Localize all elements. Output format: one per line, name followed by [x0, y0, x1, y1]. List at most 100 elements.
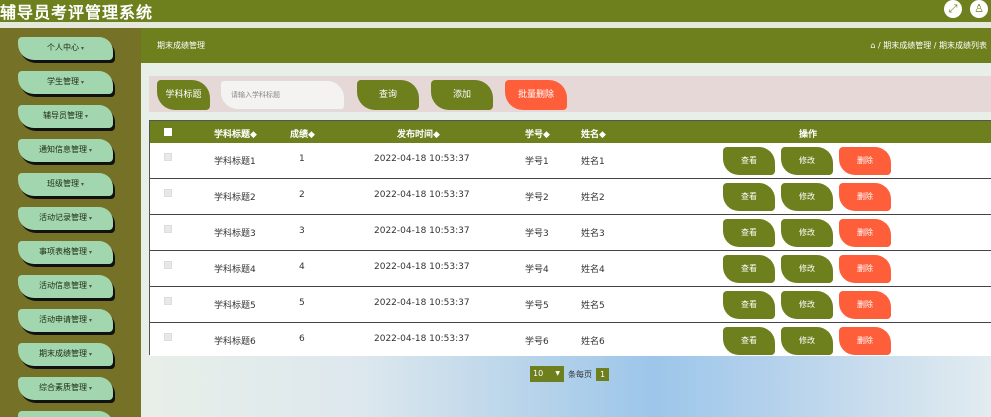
- sidebar-item-final-score-mgmt[interactable]: 期末成绩管理 ▾: [18, 343, 113, 366]
- col-header-name[interactable]: 姓名◆: [581, 127, 606, 140]
- sidebar-item-more[interactable]: [18, 411, 113, 417]
- app-root: 辅导员考评管理系统 ⤢ ♙ 个人中心 ▾ 学生管理 ▾ 辅导员管理 ▾ 通知信息管理 ▾…: [0, 0, 991, 417]
- cell-time: 2022-04-18 10:53:37: [374, 298, 470, 308]
- cell-subject: 学科标题1: [214, 157, 256, 167]
- delete-button[interactable]: 删除: [839, 327, 891, 355]
- col-header-time[interactable]: 发布时间◆: [397, 127, 440, 140]
- col-header-score[interactable]: 成绩◆: [290, 127, 315, 140]
- cell-name: 姓名6: [581, 337, 605, 347]
- sidebar-item-label: 活动信息管理: [38, 281, 87, 290]
- cell-student-id: 学号1: [525, 157, 549, 167]
- cell-time: 2022-04-18 10:53:37: [374, 262, 470, 272]
- sidebar-item-form-mgmt[interactable]: 事项表格管理 ▾: [18, 241, 113, 264]
- background-decoration: [149, 356, 991, 417]
- view-button[interactable]: 查看: [723, 147, 775, 175]
- cell-name: 姓名2: [581, 193, 605, 203]
- edit-button[interactable]: 修改: [781, 219, 833, 247]
- cell-time: 2022-04-18 10:53:37: [374, 190, 470, 200]
- add-button[interactable]: 添加: [431, 80, 493, 110]
- chevron-down-icon: ▼: [555, 370, 560, 377]
- sidebar-item-activity-record-mgmt[interactable]: 活动记录管理 ▾: [18, 207, 113, 230]
- cell-name: 姓名5: [581, 301, 605, 311]
- user-icon[interactable]: ♙: [970, 0, 988, 18]
- chevron-down-icon: ▾: [88, 147, 92, 154]
- row-checkbox[interactable]: [164, 153, 172, 161]
- breadcrumb-text: / 期末成绩管理 / 期末成绩列表: [877, 41, 987, 50]
- cell-time: 2022-04-18 10:53:37: [374, 154, 470, 164]
- cell-score: 1: [299, 154, 305, 164]
- col-header-student-id[interactable]: 学号◆: [525, 127, 550, 140]
- sidebar-item-student-mgmt[interactable]: 学生管理 ▾: [18, 71, 113, 94]
- row-checkbox[interactable]: [164, 261, 172, 269]
- table-row: 学科标题6 6 2022-04-18 10:53:37 学号6 姓名6 查看 修…: [150, 323, 991, 359]
- view-button[interactable]: 查看: [723, 291, 775, 319]
- search-bar: 学科标题 查询 添加 批量删除: [149, 76, 991, 112]
- cell-subject: 学科标题5: [214, 301, 256, 311]
- batch-delete-button[interactable]: 批量删除: [505, 80, 567, 110]
- chevron-down-icon: ▾: [88, 385, 92, 392]
- chevron-down-icon: ▾: [88, 317, 92, 324]
- row-checkbox[interactable]: [164, 333, 172, 341]
- cell-time: 2022-04-18 10:53:37: [374, 226, 470, 236]
- cell-subject: 学科标题6: [214, 337, 256, 347]
- sidebar-item-quality-mgmt[interactable]: 综合素质管理 ▾: [18, 377, 113, 400]
- sidebar-item-class-mgmt[interactable]: 班级管理 ▾: [18, 173, 113, 196]
- chevron-down-icon: ▾: [88, 215, 92, 222]
- col-header-subject[interactable]: 学科标题◆: [214, 127, 257, 140]
- edit-button[interactable]: 修改: [781, 291, 833, 319]
- chevron-down-icon: ▾: [80, 181, 84, 188]
- row-checkbox[interactable]: [164, 225, 172, 233]
- cell-score: 4: [299, 262, 305, 272]
- edit-button[interactable]: 修改: [781, 147, 833, 175]
- page-title: 期末成绩管理: [157, 41, 205, 50]
- cell-name: 姓名1: [581, 157, 605, 167]
- sidebar-item-activity-info-mgmt[interactable]: 活动信息管理 ▾: [18, 275, 113, 298]
- query-button[interactable]: 查询: [357, 80, 419, 110]
- table-header: 学科标题◆ 成绩◆ 发布时间◆ 学号◆ 姓名◆ 操作: [150, 121, 991, 143]
- cell-student-id: 学号4: [525, 265, 549, 275]
- page-titlebar: 期末成绩管理 ⌂ / 期末成绩管理 / 期末成绩列表: [141, 28, 991, 63]
- cell-name: 姓名4: [581, 265, 605, 275]
- page-size-select[interactable]: 10 ▼: [530, 366, 564, 382]
- edit-button[interactable]: 修改: [781, 327, 833, 355]
- cell-time: 2022-04-18 10:53:37: [374, 334, 470, 344]
- score-table: 学科标题◆ 成绩◆ 发布时间◆ 学号◆ 姓名◆ 操作 学科标题1 1 2022-…: [149, 120, 991, 359]
- chevron-down-icon: ▾: [88, 283, 92, 290]
- delete-button[interactable]: 删除: [839, 183, 891, 211]
- expand-icon[interactable]: ⤢: [944, 0, 962, 18]
- page-number-button[interactable]: 1: [596, 368, 609, 381]
- per-page-label: 条每页: [568, 370, 592, 379]
- chevron-down-icon: ▾: [88, 249, 92, 256]
- delete-button[interactable]: 删除: [839, 291, 891, 319]
- cell-subject: 学科标题4: [214, 265, 256, 275]
- view-button[interactable]: 查看: [723, 327, 775, 355]
- delete-button[interactable]: 删除: [839, 147, 891, 175]
- sidebar-item-personal-center[interactable]: 个人中心 ▾: [18, 37, 113, 60]
- select-all-checkbox[interactable]: [164, 128, 172, 136]
- chevron-down-icon: ▾: [80, 79, 84, 86]
- top-header: 辅导员考评管理系统 ⤢ ♙: [0, 0, 991, 22]
- view-button[interactable]: 查看: [723, 255, 775, 283]
- cell-student-id: 学号6: [525, 337, 549, 347]
- row-checkbox[interactable]: [164, 297, 172, 305]
- sidebar-item-label: 个人中心: [46, 43, 79, 52]
- sidebar-item-notice-mgmt[interactable]: 通知信息管理 ▾: [18, 139, 113, 162]
- row-checkbox[interactable]: [164, 189, 172, 197]
- sidebar-item-label: 期末成绩管理: [38, 349, 87, 358]
- subject-search-input[interactable]: [220, 80, 345, 110]
- sidebar-item-activity-apply-mgmt[interactable]: 活动申请管理 ▾: [18, 309, 113, 332]
- sidebar-item-counselor-mgmt[interactable]: 辅导员管理 ▾: [18, 105, 113, 128]
- view-button[interactable]: 查看: [723, 219, 775, 247]
- home-icon[interactable]: ⌂: [870, 41, 875, 50]
- cell-score: 3: [299, 226, 305, 236]
- table-row: 学科标题3 3 2022-04-18 10:53:37 学号3 姓名3 查看 修…: [150, 215, 991, 251]
- edit-button[interactable]: 修改: [781, 255, 833, 283]
- cell-student-id: 学号5: [525, 301, 549, 311]
- table-row: 学科标题4 4 2022-04-18 10:53:37 学号4 姓名4 查看 修…: [150, 251, 991, 287]
- delete-button[interactable]: 删除: [839, 219, 891, 247]
- edit-button[interactable]: 修改: [781, 183, 833, 211]
- view-button[interactable]: 查看: [723, 183, 775, 211]
- cell-name: 姓名3: [581, 229, 605, 239]
- delete-button[interactable]: 删除: [839, 255, 891, 283]
- chevron-down-icon: ▾: [84, 113, 88, 120]
